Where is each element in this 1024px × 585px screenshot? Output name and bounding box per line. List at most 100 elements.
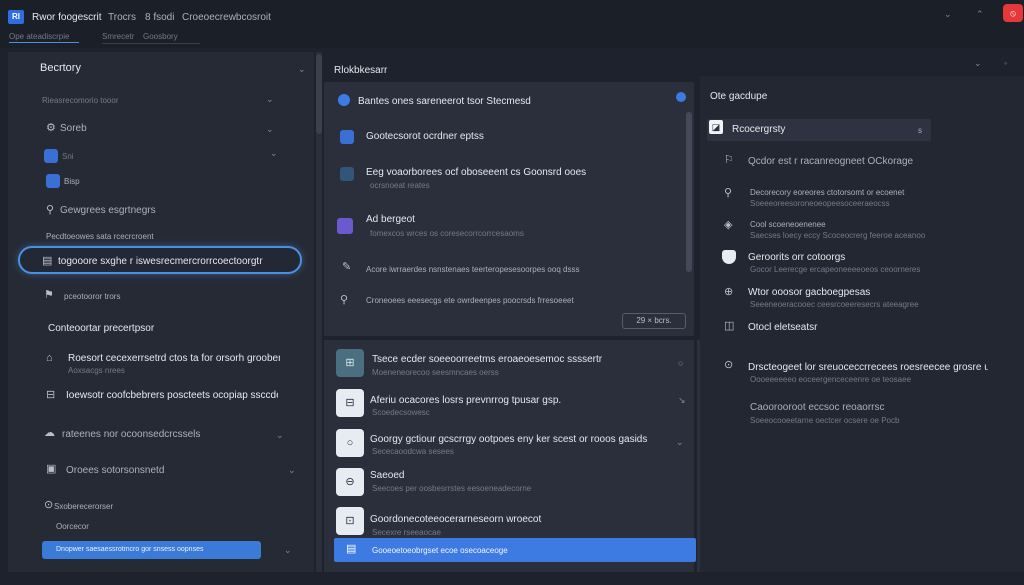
app-title: Rwor foogescrit [32,12,102,23]
card-icon: ⊞ [336,349,364,377]
shield-icon [722,250,736,264]
right-item[interactable]: Otocl eletseatsr [748,322,817,333]
right-panel-title: Ote gacdupe [710,91,768,102]
card-title[interactable]: Tsece ecder soeeoorreetms eroaeoesemoc s… [372,354,602,365]
folder-icon: ▤ [346,543,357,555]
right-item[interactable]: Geroorits orr cotoorgs [748,252,845,263]
more-icon[interactable]: ↘ [678,395,686,406]
subnav-item-1[interactable]: Ope ateadiscrpie [9,32,69,41]
right-item-sub: Oooeeeeeeo eoceergenceceenre oe teosaee [750,375,912,384]
globe-icon: ⊕ [724,286,734,298]
left-item-3[interactable]: Bisp [64,177,80,186]
left-item-4[interactable]: Gewgrees esgrtnegrs [60,205,156,216]
card-title[interactable]: Saeoed [370,470,404,481]
expand-icon[interactable]: ⌄ [276,430,284,441]
right-item-sub: Seeeneoeracooec ceesrcoeeresecrs ateeagr… [750,300,919,309]
expand-icon[interactable]: ⌄ [270,148,278,159]
right-item[interactable]: Decorecory eoreores ctotorsomt or ecoene… [750,188,904,197]
card-title[interactable]: Aferiu ocacores losrs prevnrrog tpusar g… [370,395,561,406]
left-item-after[interactable]: pceotooror trors [64,292,120,301]
result-item-sub: ocrsnoeat reates [370,181,430,190]
right-item-sub: Saecses loecy eccy Scoceocrerg feeroe ac… [750,231,926,240]
right-item[interactable]: Caoorooroot eccsoc reoaorrsc [750,402,885,413]
menu-item-2[interactable]: 8 fsodi [145,12,174,23]
list-item[interactable]: Ioewsotr coofcbebrers poscteets ocopiap … [66,390,278,401]
inbox-icon: ⊟ [46,389,56,401]
diamond-icon: ◈ [724,219,733,231]
right-item[interactable]: Cool scoeneoenenee [750,220,826,229]
result-item[interactable]: Bantes ones sareneerot tsor Stecmesd [358,96,531,107]
right-item[interactable]: Drscteogeet lor sreuoceccrrecees roesree… [748,362,988,373]
list-item[interactable]: Roesort cecexerrsetrd ctos ta for orsorh… [68,353,280,364]
gear-icon: ⚙ [46,122,56,134]
right-item-sub: Gocor Leerecge ercapeoneeeeoeos ceoorner… [750,265,921,274]
group-header: Conteoortar precertpsor [48,323,155,334]
list-item[interactable]: Oorcecor [56,522,89,531]
card-sub: Secexre rseeaocae [372,528,441,537]
card-sub: Moeneneorecoo seesmncaes oerss [372,368,499,377]
middle-primary-button-label: Gooeoetoeobrgset ecoe osecoaceoge [372,546,508,555]
list-item[interactable]: Oroees sotorsonsnetd [66,465,164,476]
window-icon: ◫ [724,320,735,332]
expand-icon[interactable]: ⌄ [974,58,982,69]
menu-toggle-icon[interactable]: ⌃ [976,9,984,20]
menu-item-1[interactable]: Trocrs [108,12,136,23]
subnav-divider [102,43,200,44]
left-item-1[interactable]: Soreb [60,123,87,134]
right-item[interactable]: Wtor ooosor gacboegpesas [748,287,870,298]
notification-dot [676,92,686,102]
cloud-icon: ☁ [44,427,55,439]
card-icon: ⊡ [336,507,364,535]
subnav-item-2[interactable]: Smrecetr [102,32,134,41]
middle-title: Rlokbkesarr [334,65,388,76]
expand-icon[interactable]: ⌄ [266,94,274,105]
chevron-icon[interactable]: ⌄ [284,545,292,556]
bookmark-icon: ⚐ [724,154,734,166]
collapse-icon[interactable]: ⌄ [944,9,952,20]
search-icon: ⚲ [724,187,733,199]
subnav-item-3[interactable]: Goosbory [143,32,178,41]
record-button[interactable]: ⦸ [1003,4,1023,22]
subnav-active-underline [9,42,79,43]
settings-icon[interactable]: ◦ [1004,58,1007,68]
card-sub: Sececaoodcwa sesees [372,447,454,456]
card-title[interactable]: Goorgy gctiour gcscrrgy ootpoes eny ker … [370,434,670,445]
card-sub: Seecoes per oosbesrrstes eesoeneadecorne [372,484,532,493]
flag-icon: ⚑ [44,289,54,301]
more-icon[interactable]: ○ [678,358,683,368]
middle-scrollbar-thumb[interactable] [686,112,692,272]
left-item-2[interactable]: Sni [62,152,74,161]
scrollbar-thumb[interactable] [316,54,322,134]
tag-icon: ⚲ [46,204,55,216]
more-icon[interactable]: ⌄ [676,437,684,448]
target-icon: ⊙ [724,359,734,371]
card-title[interactable]: Goordonecoteeocerarneseorn wroecot [370,514,541,525]
result-item[interactable]: Croneoees eeesecgs ete owrdeenpes poocrs… [366,296,574,305]
card-icon: ⊟ [336,389,364,417]
document-icon: ▤ [42,255,53,267]
result-item[interactable]: Acore iwrraerdes nsnstenaes teerteropese… [366,265,579,274]
list-item[interactable]: Sxoberecerorser [54,502,113,511]
right-item-sub: Soeeeoreesoroneoeopeesoceeraeocss [750,199,890,208]
file-icon [46,174,60,188]
chevron-down-icon[interactable]: ⌄ [298,64,306,75]
left-section-heading: Rieasrecomorio tooor [42,96,119,105]
folder-icon [44,149,58,163]
left-primary-button-label: Dnopwer saesaessrotmcro gor snsess oopns… [56,546,204,553]
result-item[interactable]: Eeg voaorborees ocf oboseeent cs Goonsrd… [366,167,586,178]
expand-icon[interactable]: ⌄ [288,465,296,476]
app-logo-icon: Rl [8,10,24,24]
pen-icon: ✎ [342,261,352,273]
result-item[interactable]: Ad bergeot [366,214,415,225]
home-icon: ⌂ [46,352,53,364]
card-icon: ⊖ [336,468,364,496]
expand-icon[interactable]: ⌄ [266,124,274,135]
avatar-icon [338,94,350,106]
link-icon: ⊙ [44,499,54,511]
list-item[interactable]: rateenes nor ocoonsedcrcssels [62,429,200,440]
result-item-sub: fomexcos wrces os coresecorrcorrcesaoms [370,229,524,238]
right-item[interactable]: Qcdor est r racanreogneet OCkorage [748,156,913,167]
result-item[interactable]: Gootecsorot ocrdner eptss [366,131,484,142]
menu-item-3[interactable]: Croeoecrewbcosroit [182,12,271,23]
result-count: 29 × bcrs. [622,313,686,329]
